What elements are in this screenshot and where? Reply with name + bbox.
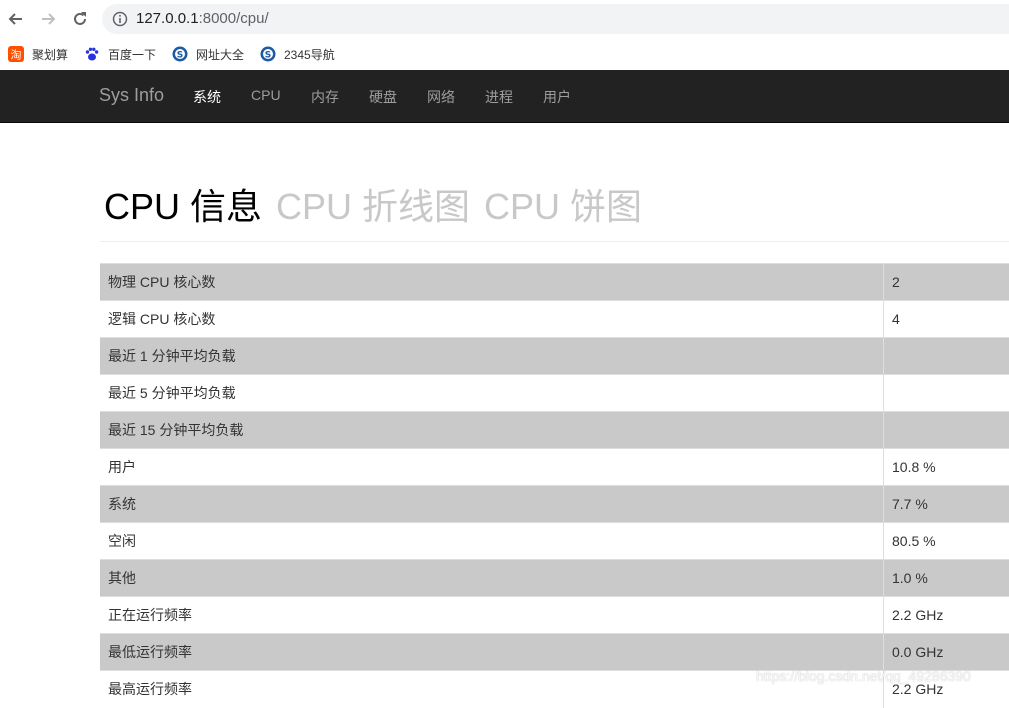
row-label: 正在运行频率 — [100, 597, 884, 634]
url-path: :8000/cpu/ — [199, 10, 269, 27]
row-value: 1.0 % — [884, 560, 1009, 597]
top-navbar: Sys Info 系统 CPU 内存 硬盘 网络 进程 用户 — [0, 70, 1009, 123]
row-label: 逻辑 CPU 核心数 — [100, 301, 884, 338]
reload-icon[interactable] — [69, 8, 91, 30]
row-label: 系统 — [100, 486, 884, 523]
row-value: 7.7 % — [884, 486, 1009, 523]
bookmark-juhuasuan[interactable]: 淘 聚划算 — [8, 44, 68, 64]
table-row: 最近 5 分钟平均负载 — [100, 375, 1009, 412]
tab-cpu-line-chart[interactable]: CPU 折线图 — [276, 186, 470, 227]
sogou-icon: S — [172, 46, 188, 62]
nav-item-process[interactable]: 进程 — [485, 87, 513, 107]
row-value: 4 — [884, 301, 1009, 338]
row-label: 其他 — [100, 560, 884, 597]
table-row: 其他1.0 % — [100, 560, 1009, 597]
row-value: 2.2 GHz — [884, 597, 1009, 634]
brand-link[interactable]: Sys Info — [99, 85, 164, 106]
row-label: 最近 15 分钟平均负载 — [100, 412, 884, 449]
page-header: CPU 信息 CPU 折线图 CPU 饼图 — [100, 183, 1009, 242]
bookmark-label: 网址大全 — [196, 46, 244, 63]
row-value: 2 — [884, 264, 1009, 301]
row-value — [884, 338, 1009, 375]
info-icon[interactable] — [112, 11, 128, 32]
nav-item-system[interactable]: 系统 — [193, 87, 221, 107]
browser-toolbar: 127.0.0.1:8000/cpu/ — [0, 0, 1009, 38]
row-value: 80.5 % — [884, 523, 1009, 560]
row-value: 10.8 % — [884, 449, 1009, 486]
row-label: 物理 CPU 核心数 — [100, 264, 884, 301]
baidu-paw-icon — [84, 46, 100, 62]
address-bar[interactable]: 127.0.0.1:8000/cpu/ — [102, 4, 1009, 34]
page-title: CPU 信息 CPU 折线图 CPU 饼图 — [100, 183, 1009, 231]
cpu-info-table: 物理 CPU 核心数2逻辑 CPU 核心数4最近 1 分钟平均负载最近 5 分钟… — [100, 263, 1009, 708]
svg-text:S: S — [265, 51, 271, 61]
forward-arrow-icon[interactable] — [37, 8, 59, 30]
nav-item-memory[interactable]: 内存 — [311, 87, 339, 107]
table-row: 系统7.7 % — [100, 486, 1009, 523]
nav-item-network[interactable]: 网络 — [427, 87, 455, 107]
table-row: 正在运行频率2.2 GHz — [100, 597, 1009, 634]
nav-item-disk[interactable]: 硬盘 — [369, 87, 397, 107]
row-label: 最低运行频率 — [100, 634, 884, 671]
row-value: 0.0 GHz — [884, 634, 1009, 671]
bookmark-label: 聚划算 — [32, 46, 68, 63]
row-label: 最近 5 分钟平均负载 — [100, 375, 884, 412]
title-cpu-info: CPU 信息 — [104, 186, 262, 227]
tab-cpu-pie-chart[interactable]: CPU 饼图 — [484, 186, 642, 227]
bookmark-wangzhi[interactable]: S 网址大全 — [172, 44, 244, 64]
taobao-icon: 淘 — [8, 46, 24, 62]
svg-text:淘: 淘 — [11, 49, 22, 62]
url-text[interactable]: 127.0.0.1:8000/cpu/ — [136, 10, 269, 27]
table-row: 最近 15 分钟平均负载 — [100, 412, 1009, 449]
svg-text:S: S — [177, 51, 183, 61]
table-row: 最近 1 分钟平均负载 — [100, 338, 1009, 375]
table-row: 最低运行频率0.0 GHz — [100, 634, 1009, 671]
url-host: 127.0.0.1 — [136, 10, 199, 27]
table-row: 物理 CPU 核心数2 — [100, 264, 1009, 301]
sogou-icon: S — [260, 46, 276, 62]
bookmark-2345[interactable]: S 2345导航 — [260, 44, 335, 64]
nav-item-cpu[interactable]: CPU — [251, 87, 281, 103]
bookmark-label: 2345导航 — [284, 46, 335, 63]
row-value — [884, 375, 1009, 412]
back-arrow-icon[interactable] — [5, 8, 27, 30]
row-value — [884, 412, 1009, 449]
row-label: 空闲 — [100, 523, 884, 560]
table-row: 用户10.8 % — [100, 449, 1009, 486]
table-row: 逻辑 CPU 核心数4 — [100, 301, 1009, 338]
row-label: 最近 1 分钟平均负载 — [100, 338, 884, 375]
bookmark-label: 百度一下 — [108, 46, 156, 63]
bookmark-baidu[interactable]: 百度一下 — [84, 44, 156, 64]
table-row: 空闲80.5 % — [100, 523, 1009, 560]
bookmarks-bar: 淘 聚划算 百度一下 S 网址大全 S 2345导航 — [0, 38, 1009, 70]
row-label: 用户 — [100, 449, 884, 486]
watermark: https://blog.csdn.net/qq_49286390 — [756, 668, 971, 684]
nav-item-user[interactable]: 用户 — [543, 87, 571, 107]
